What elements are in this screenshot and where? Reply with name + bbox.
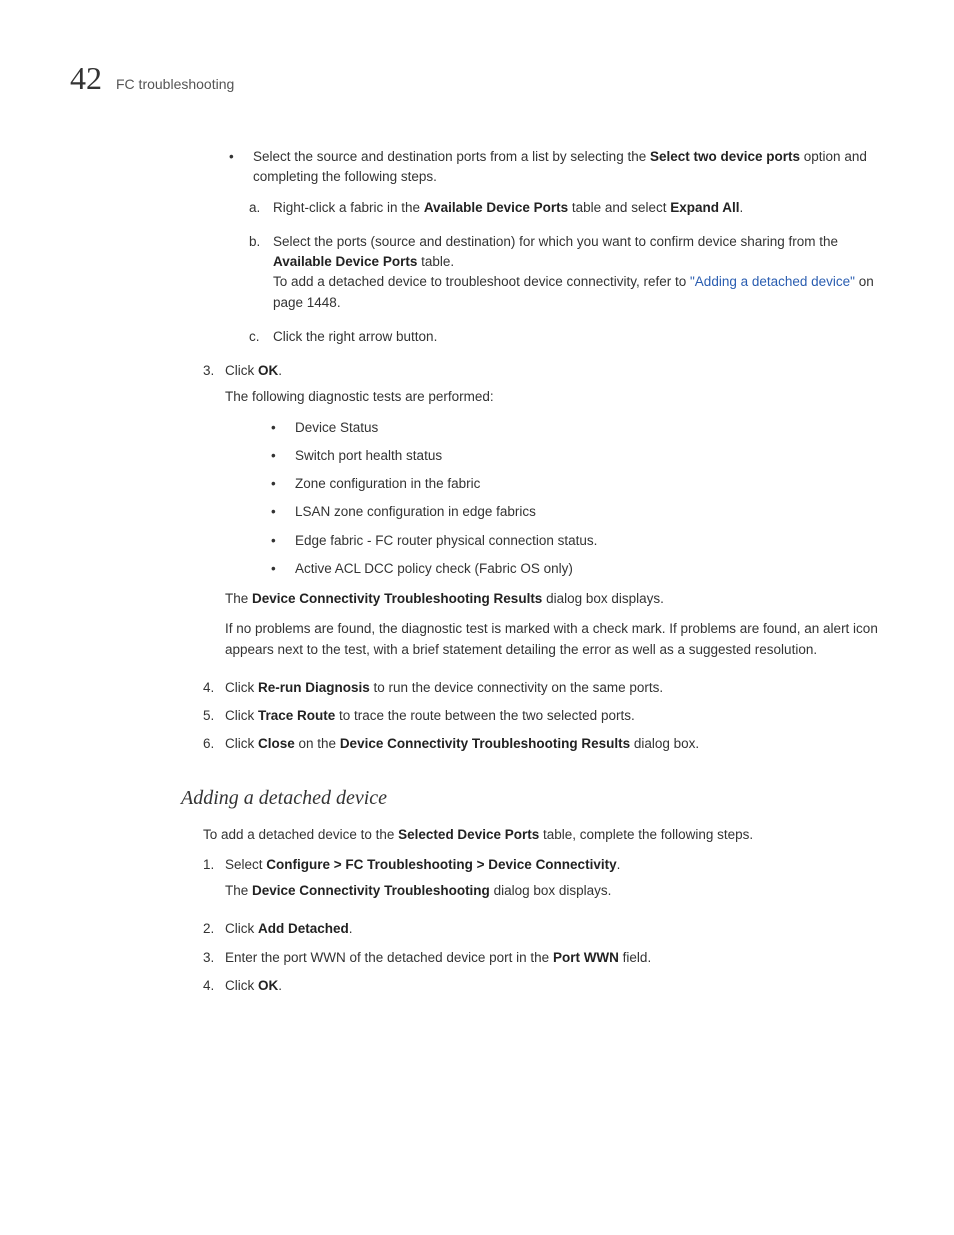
letter-marker: c. (249, 327, 273, 347)
list-item: •Device Status (271, 418, 884, 438)
bullet-icon: • (271, 531, 295, 551)
step-a: a. Right-click a fabric in the Available… (249, 198, 884, 218)
add-step-4: 4. Click OK. (203, 976, 884, 996)
list-item: •LSAN zone configuration in edge fabrics (271, 502, 884, 522)
num-marker: 5. (203, 706, 225, 726)
adding-detached-link[interactable]: "Adding a detached device" (690, 274, 855, 289)
num-marker: 3. (203, 948, 225, 968)
add-step-1: 1. Select Configure > FC Troubleshooting… (203, 855, 884, 912)
bullet-icon: • (271, 559, 295, 579)
add-step-2: 2. Click Add Detached. (203, 919, 884, 939)
section-title: FC troubleshooting (116, 76, 234, 92)
step-4: 4. Click Re-run Diagnosis to run the dev… (203, 678, 884, 698)
step-b: b. Select the ports (source and destinat… (249, 232, 884, 313)
num-marker: 2. (203, 919, 225, 939)
diagnostic-tests-list: •Device Status •Switch port health statu… (271, 418, 884, 580)
list-item: •Switch port health status (271, 446, 884, 466)
chapter-number: 42 (70, 60, 102, 97)
top-bullet: • Select the source and destination port… (225, 147, 884, 188)
step-3: 3. Click OK. The following diagnostic te… (203, 361, 884, 670)
content-body: • Select the source and destination port… (225, 147, 884, 996)
num-marker: 4. (203, 678, 225, 698)
num-marker: 6. (203, 734, 225, 754)
bullet-icon: • (225, 147, 253, 188)
bullet-icon: • (271, 502, 295, 522)
letter-list: a. Right-click a fabric in the Available… (249, 198, 884, 348)
bullet-icon: • (271, 418, 295, 438)
list-item: •Active ACL DCC policy check (Fabric OS … (271, 559, 884, 579)
intro-para: To add a detached device to the Selected… (203, 825, 884, 845)
add-step1-line2: The Device Connectivity Troubleshooting … (225, 881, 884, 901)
results-line: The Device Connectivity Troubleshooting … (225, 589, 884, 609)
page-header: 42 FC troubleshooting (70, 60, 884, 97)
bullet-icon: • (271, 474, 295, 494)
step3-follow: The following diagnostic tests are perfo… (225, 387, 884, 407)
heading-adding-detached: Adding a detached device (181, 783, 884, 813)
letter-marker: a. (249, 198, 273, 218)
noproblems-line: If no problems are found, the diagnostic… (225, 619, 884, 660)
step-6: 6. Click Close on the Device Connectivit… (203, 734, 884, 754)
num-marker: 3. (203, 361, 225, 670)
letter-marker: b. (249, 232, 273, 313)
add-step-3: 3. Enter the port WWN of the detached de… (203, 948, 884, 968)
list-item: •Zone configuration in the fabric (271, 474, 884, 494)
numbered-steps: 3. Click OK. The following diagnostic te… (203, 361, 884, 996)
num-marker: 4. (203, 976, 225, 996)
list-item: •Edge fabric - FC router physical connec… (271, 531, 884, 551)
page: 42 FC troubleshooting • Select the sourc… (0, 0, 954, 1235)
bullet-text: Select the source and destination ports … (253, 147, 884, 188)
num-marker: 1. (203, 855, 225, 912)
step-c: c. Click the right arrow button. (249, 327, 884, 347)
step-5: 5. Click Trace Route to trace the route … (203, 706, 884, 726)
bullet-icon: • (271, 446, 295, 466)
